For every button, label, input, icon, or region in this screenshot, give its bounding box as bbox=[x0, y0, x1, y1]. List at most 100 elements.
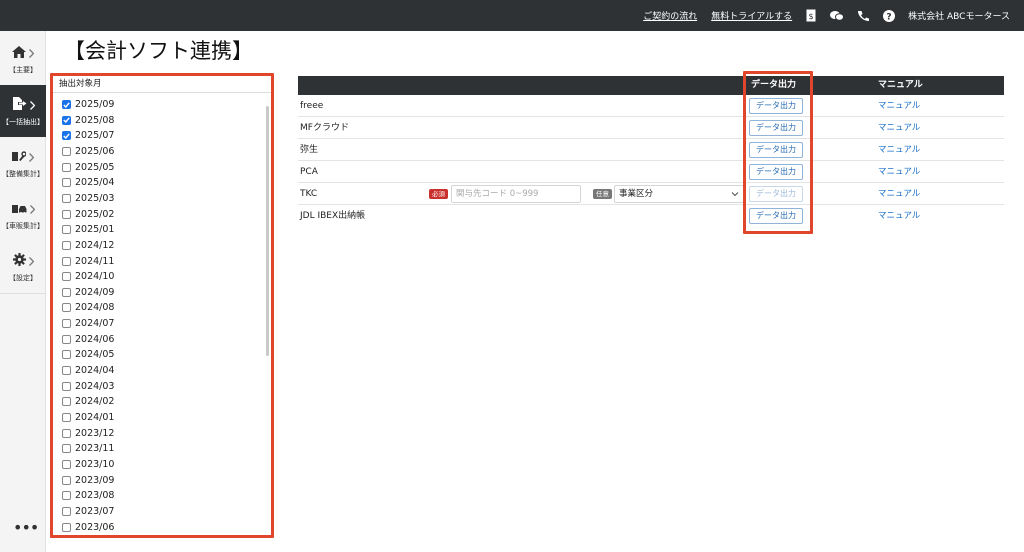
check-icon bbox=[63, 133, 70, 139]
checkbox-unchecked[interactable] bbox=[62, 397, 71, 407]
sidebar-item-settings[interactable]: 【設定】 bbox=[0, 241, 46, 293]
month-checkbox-row[interactable]: 2024/07 bbox=[62, 316, 114, 331]
month-checkbox-row[interactable]: 2024/03 bbox=[62, 379, 114, 394]
price-tag-icon[interactable]: $ bbox=[804, 9, 818, 23]
checkbox-unchecked[interactable] bbox=[62, 334, 71, 344]
data-output-button[interactable]: データ出力 bbox=[749, 186, 803, 202]
software-name: MFクラウド bbox=[300, 123, 349, 133]
checkbox-unchecked[interactable] bbox=[62, 491, 71, 501]
checkbox-unchecked[interactable] bbox=[62, 256, 71, 266]
month-checkbox-row[interactable]: 2024/08 bbox=[62, 300, 114, 315]
checkbox-unchecked[interactable] bbox=[62, 193, 71, 203]
checkbox-unchecked[interactable] bbox=[62, 428, 71, 438]
month-list[interactable]: 2025/09 2025/08 2025/07 2025/06 2025/05 2025/… bbox=[53, 92, 271, 535]
checkbox-unchecked[interactable] bbox=[62, 475, 71, 485]
phone-icon[interactable] bbox=[856, 9, 870, 23]
company-name: 株式会社 ABCモータース bbox=[908, 12, 1010, 22]
month-label: 2023/09 bbox=[75, 474, 115, 486]
checkbox-unchecked[interactable] bbox=[62, 444, 71, 454]
checkbox-unchecked[interactable] bbox=[62, 162, 71, 172]
checkbox-unchecked[interactable] bbox=[62, 209, 71, 219]
checkbox-unchecked[interactable] bbox=[62, 272, 71, 282]
month-checkbox-row[interactable]: 2023/12 bbox=[62, 426, 114, 441]
month-checkbox-row[interactable]: 2023/07 bbox=[62, 504, 114, 519]
month-checkbox-row[interactable]: 2025/06 bbox=[62, 144, 114, 159]
checkbox-unchecked[interactable] bbox=[62, 319, 71, 329]
table-row: JDL IBEX出納帳 データ出力 マニュアル bbox=[298, 205, 1004, 227]
manual-link[interactable]: マニュアル bbox=[878, 161, 920, 183]
data-output-button[interactable]: データ出力 bbox=[749, 208, 803, 224]
month-checkbox-row[interactable]: 2025/04 bbox=[62, 175, 114, 190]
month-checkbox-row[interactable]: 2024/05 bbox=[62, 347, 114, 362]
month-checkbox-row[interactable]: 2025/09 bbox=[62, 97, 114, 112]
checkbox-unchecked[interactable] bbox=[62, 350, 71, 360]
sidebar-item-label: 【主要】 bbox=[9, 66, 37, 74]
checkbox-unchecked[interactable] bbox=[62, 240, 71, 250]
help-icon[interactable]: ? bbox=[882, 9, 896, 23]
month-checkbox-row[interactable]: 2024/06 bbox=[62, 332, 114, 347]
business-category-select[interactable]: 事業区分 bbox=[614, 185, 744, 203]
month-checkbox-row[interactable]: 2023/10 bbox=[62, 457, 114, 472]
checkbox-unchecked[interactable] bbox=[62, 303, 71, 313]
manual-link[interactable]: マニュアル bbox=[878, 205, 920, 227]
month-checkbox-row[interactable]: 2025/03 bbox=[62, 191, 114, 206]
month-checkbox-row[interactable]: 2023/08 bbox=[62, 488, 114, 503]
chevron-right-icon bbox=[29, 199, 35, 218]
checkbox-unchecked[interactable] bbox=[62, 506, 71, 516]
checkbox-unchecked[interactable] bbox=[62, 522, 71, 532]
table-row: 弥生 データ出力 マニュアル bbox=[298, 139, 1004, 161]
month-checkbox-row[interactable]: 2024/10 bbox=[62, 269, 114, 284]
month-label: 2024/09 bbox=[75, 286, 115, 298]
sidebar-item-main[interactable]: 【主要】 bbox=[0, 33, 46, 85]
svg-text:?: ? bbox=[887, 12, 892, 22]
month-checkbox-row[interactable]: 2025/01 bbox=[62, 222, 114, 237]
checkbox-unchecked[interactable] bbox=[62, 459, 71, 469]
sidebar-item-maintenance[interactable]: 【整備集計】 bbox=[0, 137, 46, 189]
month-checkbox-row[interactable]: 2024/11 bbox=[62, 254, 114, 269]
month-checkbox-row[interactable]: 2024/02 bbox=[62, 394, 114, 409]
month-checkbox-row[interactable]: 2025/08 bbox=[62, 113, 114, 128]
checkbox-unchecked[interactable] bbox=[62, 146, 71, 156]
contract-flow-link[interactable]: ご契約の流れ bbox=[643, 9, 697, 22]
month-checkbox-row[interactable]: 2024/01 bbox=[62, 410, 114, 425]
manual-link[interactable]: マニュアル bbox=[878, 117, 920, 139]
checkbox-unchecked[interactable] bbox=[62, 225, 71, 235]
month-checkbox-row[interactable]: 2023/09 bbox=[62, 473, 114, 488]
checkbox-unchecked[interactable] bbox=[62, 413, 71, 422]
free-trial-link[interactable]: 無料トライアルする bbox=[711, 9, 792, 22]
data-output-button[interactable]: データ出力 bbox=[749, 98, 803, 114]
checkbox-checked[interactable] bbox=[62, 100, 71, 109]
chevron-right-icon bbox=[29, 95, 35, 114]
month-label: 2023/06 bbox=[75, 521, 115, 533]
month-checkbox-row[interactable]: 2024/04 bbox=[62, 363, 114, 378]
checkbox-unchecked[interactable] bbox=[62, 381, 71, 391]
chat-icon[interactable] bbox=[830, 9, 845, 23]
checkbox-unchecked[interactable] bbox=[62, 366, 71, 376]
data-output-button[interactable]: データ出力 bbox=[749, 142, 803, 158]
checkbox-unchecked[interactable] bbox=[62, 178, 71, 188]
scrollbar[interactable] bbox=[266, 106, 269, 356]
month-checkbox-row[interactable]: 2024/09 bbox=[62, 285, 114, 300]
checkbox-unchecked[interactable] bbox=[62, 287, 71, 297]
month-checkbox-row[interactable]: 2025/02 bbox=[62, 207, 114, 222]
month-label: 2024/04 bbox=[75, 365, 115, 377]
table-row: TKC 必須 関与先コード 0~999 任意 事業区分 データ出力 マニュアル bbox=[298, 183, 1004, 205]
month-label: 2023/08 bbox=[75, 490, 115, 502]
sidebar-item-label: 【一括抽出】 bbox=[2, 118, 44, 126]
month-checkbox-row[interactable]: 2024/12 bbox=[62, 238, 114, 253]
month-checkbox-row[interactable]: 2023/11 bbox=[62, 441, 114, 456]
data-output-button[interactable]: データ出力 bbox=[749, 120, 803, 136]
month-checkbox-row[interactable]: 2025/05 bbox=[62, 160, 114, 175]
month-checkbox-row[interactable]: 2025/07 bbox=[62, 128, 114, 143]
data-output-button[interactable]: データ出力 bbox=[749, 164, 803, 180]
client-code-input[interactable]: 関与先コード 0~999 bbox=[451, 185, 581, 203]
sidebar-item-bulk-extract[interactable]: 【一括抽出】 bbox=[0, 85, 46, 137]
sidebar-item-car-sales[interactable]: 【車販集計】 bbox=[0, 189, 46, 241]
month-checkbox-row[interactable]: 2023/06 bbox=[62, 520, 114, 535]
more-menu-icon[interactable]: ••• bbox=[13, 518, 39, 537]
manual-link[interactable]: マニュアル bbox=[878, 95, 920, 117]
checkbox-checked[interactable] bbox=[62, 131, 71, 141]
checkbox-checked[interactable] bbox=[62, 115, 71, 125]
manual-link[interactable]: マニュアル bbox=[878, 139, 920, 161]
manual-link[interactable]: マニュアル bbox=[878, 183, 920, 205]
